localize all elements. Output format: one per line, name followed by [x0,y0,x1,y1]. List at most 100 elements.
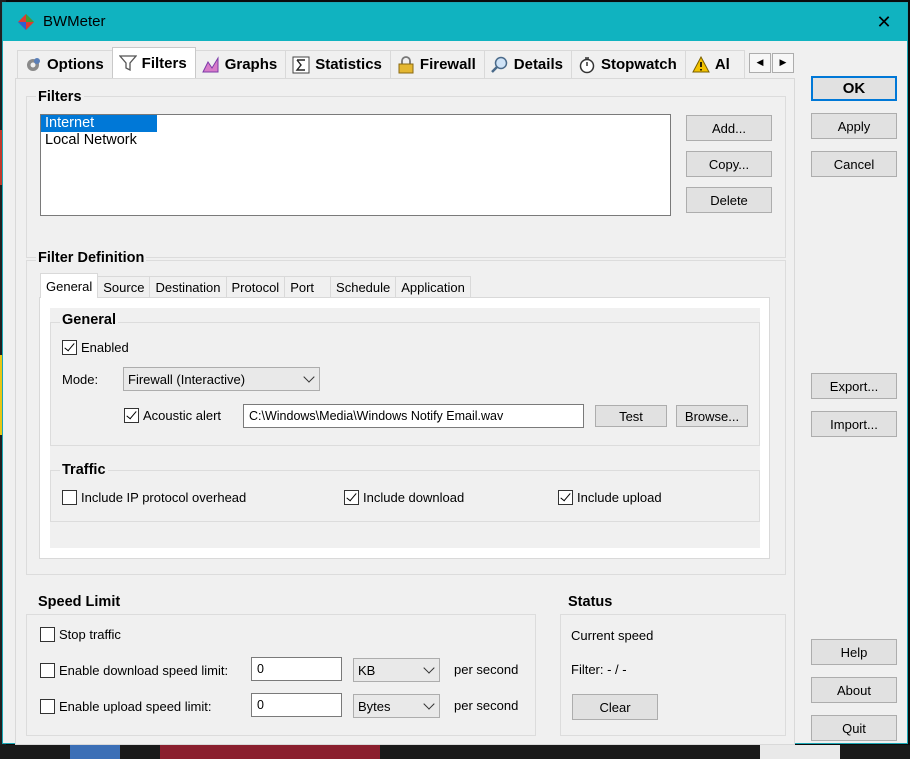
filters-list[interactable]: Internet Local Network [40,114,671,216]
test-sound-button[interactable]: Test [595,405,667,427]
checkbox-box[interactable] [124,408,139,423]
enabled-checkbox[interactable]: Enabled [62,340,129,355]
chevron-down-icon [423,698,435,710]
traffic-group-title: Traffic [60,462,108,478]
tab-options[interactable]: Options [17,50,113,78]
tab-stopwatch[interactable]: Stopwatch [570,50,686,78]
download-limit-input[interactable]: 0 [251,657,342,681]
sound-path-field[interactable]: C:\Windows\Media\Windows Notify Email.wa… [243,404,584,428]
list-item[interactable]: Local Network [41,132,670,149]
bwmeter-window: BWMeter ✕ Options Filters Graphs Statist… [2,2,908,745]
checkbox-box[interactable] [40,627,55,642]
tab-port[interactable]: Port [284,276,332,298]
speed-limit-title: Speed Limit [36,594,123,610]
general-group-title: General [60,312,118,328]
mode-select[interactable]: Firewall (Interactive) [123,367,320,391]
checkbox-label: Enable upload speed limit: [59,699,212,714]
tab-filters[interactable]: Filters [111,47,196,78]
checkbox-box[interactable] [62,340,77,355]
current-speed-label: Current speed [571,628,654,643]
funnel-icon [118,55,137,72]
tab-label: Details [513,56,563,73]
tab-details[interactable]: Details [483,50,572,78]
tab-general[interactable]: General [40,273,99,298]
clear-status-button[interactable]: Clear [572,694,658,720]
export-button[interactable]: Export... [811,373,897,399]
download-unit-value: KB [358,662,376,678]
definition-tab-strip: General Source Destination Protocol Port… [40,273,471,298]
about-button[interactable]: About [811,677,897,703]
mode-value: Firewall (Interactive) [128,371,246,387]
tab-alerts[interactable]: Al [684,50,745,78]
apply-button[interactable]: Apply [811,113,897,139]
lock-icon [398,55,414,73]
mode-label: Mode: [62,372,99,387]
tab-label: Filters [141,54,187,72]
checkbox-label: Enable download speed limit: [59,663,229,678]
list-item[interactable]: Internet [41,115,157,132]
ok-button[interactable]: OK [811,76,897,101]
checkbox-box[interactable] [40,699,55,714]
tab-application[interactable]: Application [395,276,471,298]
filters-group-title: Filters [36,89,84,105]
upload-unit-select[interactable]: Bytes [353,694,440,718]
include-upload-checkbox[interactable]: Include upload [558,490,662,505]
tab-graphs[interactable]: Graphs [194,50,287,78]
main-tab-strip: Options Filters Graphs Statistics Firewa… [17,47,745,78]
help-button[interactable]: Help [811,639,897,665]
download-limit-checkbox[interactable]: Enable download speed limit: [40,663,228,678]
tab-label: Statistics [315,56,382,73]
tab-protocol[interactable]: Protocol [225,276,286,298]
tab-destination[interactable]: Destination [149,276,227,298]
copy-filter-button[interactable]: Copy... [686,151,772,177]
import-button[interactable]: Import... [811,411,897,437]
checkbox-box[interactable] [344,490,359,505]
browse-sound-button[interactable]: Browse... [676,405,748,427]
stop-traffic-checkbox[interactable]: Stop traffic [40,627,121,642]
tab-scroll-right-button[interactable]: ▶ [772,53,794,73]
quit-button[interactable]: Quit [811,715,897,741]
tab-statistics[interactable]: Statistics [285,50,391,78]
add-filter-button[interactable]: Add... [686,115,772,141]
checkbox-label: Acoustic alert [143,408,222,423]
title-bar[interactable]: BWMeter ✕ [3,3,907,41]
sigma-icon [292,56,310,73]
cancel-button[interactable]: Cancel [811,151,897,177]
include-ip-overhead-checkbox[interactable]: Include IP protocol overhead [62,490,246,505]
checkbox-label: Include download [363,490,465,505]
filters-tab-panel: Filters Internet Local Network Add... Co… [15,78,795,745]
close-icon: ✕ [876,11,892,33]
filter-speed-readout: Filter: - / - [571,662,627,677]
checkbox-label: Include IP protocol overhead [81,490,247,505]
checkbox-box[interactable] [62,490,77,505]
tab-label: Stopwatch [600,56,677,73]
tab-schedule[interactable]: Schedule [330,276,397,298]
checkbox-label: Stop traffic [59,627,121,642]
checkbox-label: Enabled [81,340,129,355]
per-second-label: per second [454,662,519,677]
arrow-left-icon: ◀ [756,58,764,68]
download-unit-select[interactable]: KB [353,658,440,682]
tab-scroll-left-button[interactable]: ◀ [749,53,771,73]
tab-source[interactable]: Source [97,276,151,298]
include-download-checkbox[interactable]: Include download [344,490,464,505]
checkbox-label: Include upload [577,490,662,505]
upload-limit-input[interactable]: 0 [251,693,342,717]
tab-label: Options [47,56,104,73]
tab-label: Graphs [224,56,278,73]
window-title: BWMeter [43,13,106,30]
tab-label: Al [714,56,730,73]
checkbox-box[interactable] [40,663,55,678]
stopwatch-icon [579,56,595,73]
per-second-label: per second [454,698,519,713]
upload-limit-checkbox[interactable]: Enable upload speed limit: [40,699,212,714]
delete-filter-button[interactable]: Delete [686,187,772,213]
status-title: Status [566,594,615,610]
checkbox-box[interactable] [558,490,573,505]
general-tab-panel: General Enabled Mode: Firewall (Interact… [39,297,770,559]
arrow-right-icon: ▶ [779,58,787,68]
acoustic-alert-checkbox[interactable]: Acoustic alert [124,408,221,423]
gear-icon [27,57,40,71]
close-button[interactable]: ✕ [861,3,907,41]
tab-firewall[interactable]: Firewall [389,50,485,78]
